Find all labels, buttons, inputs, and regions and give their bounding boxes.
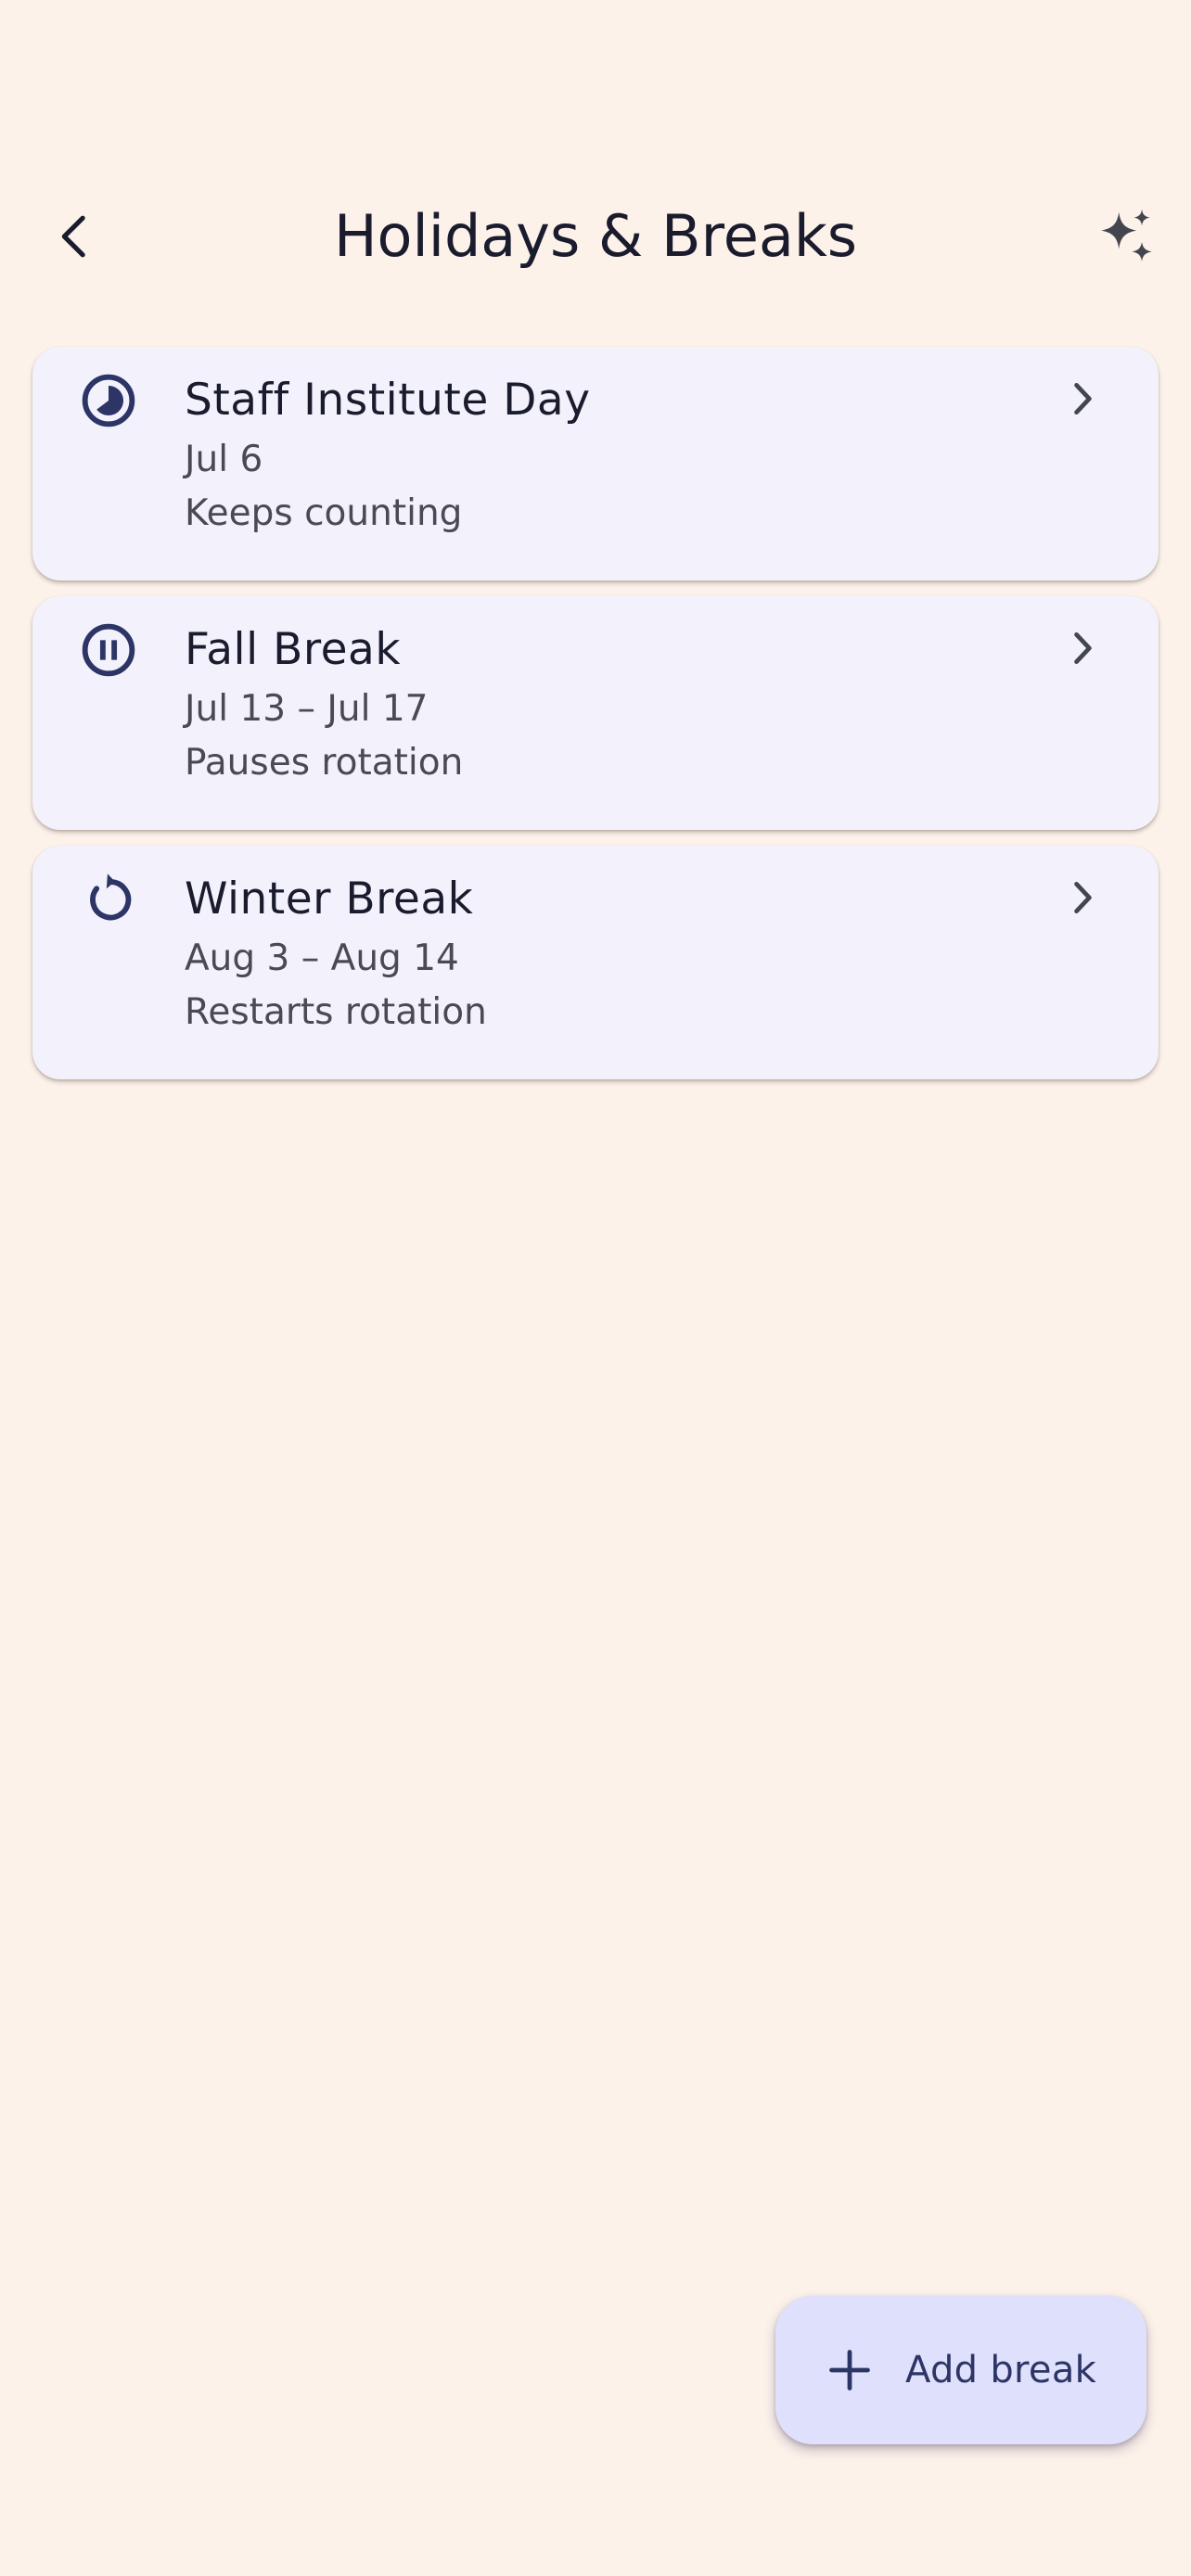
sparkle-icon: [1101, 209, 1152, 261]
plus-icon: [829, 2350, 870, 2391]
sparkle-button[interactable]: [1076, 185, 1178, 287]
pause-circle-icon: [82, 623, 135, 677]
add-break-button[interactable]: Add break: [775, 2296, 1146, 2444]
break-title: Winter Break: [185, 874, 474, 925]
break-title: Fall Break: [185, 624, 402, 675]
chevron-right-icon: [1074, 881, 1092, 914]
page-title: Holidays & Breaks: [333, 202, 858, 270]
break-rule: Pauses rotation: [185, 742, 464, 784]
break-dates: Jul 6: [185, 439, 263, 480]
break-card-fall-break[interactable]: Fall Break Jul 13 – Jul 17 Pauses rotati…: [32, 596, 1159, 830]
break-rule: Keeps counting: [185, 492, 463, 534]
chevron-right-icon: [1074, 631, 1092, 665]
add-break-label: Add break: [905, 2349, 1097, 2391]
break-dates: Aug 3 – Aug 14: [185, 937, 459, 979]
break-card-staff-institute-day[interactable]: Staff Institute Day Jul 6 Keeps counting: [32, 347, 1159, 580]
timelapse-icon: [82, 374, 135, 427]
break-title: Staff Institute Day: [185, 375, 591, 426]
restart-icon: [90, 874, 132, 921]
break-card-winter-break[interactable]: Winter Break Aug 3 – Aug 14 Restarts rot…: [32, 846, 1159, 1079]
top-app-bar: Holidays & Breaks: [0, 176, 1191, 297]
chevron-right-icon: [1074, 382, 1092, 415]
break-dates: Jul 13 – Jul 17: [185, 688, 429, 730]
break-rule: Restarts rotation: [185, 991, 487, 1033]
